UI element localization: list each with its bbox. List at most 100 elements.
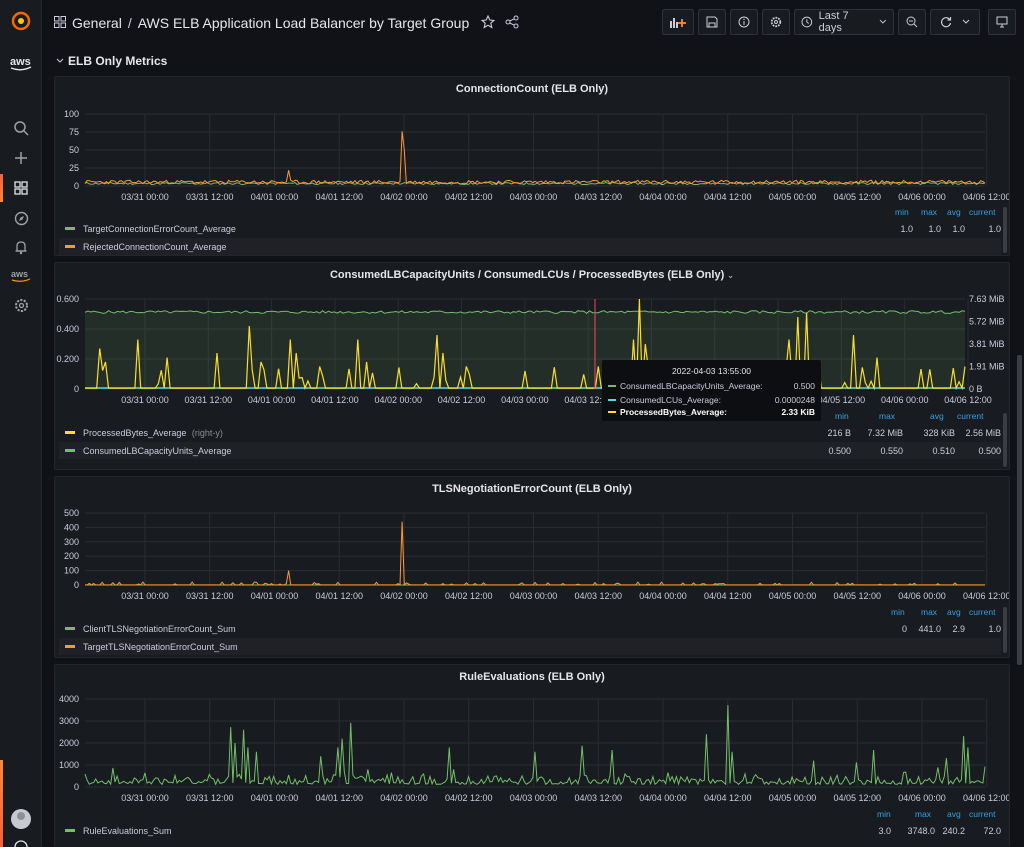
x-tick-label: 04/01 12:00 [315, 793, 363, 803]
legend-header-max[interactable]: max [879, 411, 895, 421]
save-dashboard-button[interactable] [698, 9, 726, 35]
legend-header-min[interactable]: min [891, 607, 905, 617]
x-tick-label: 04/03 00:00 [501, 395, 549, 405]
dashboard-info-button[interactable] [730, 9, 758, 35]
row-header-elb-only-metrics[interactable]: ELB Only Metrics [56, 54, 167, 68]
legend-row[interactable]: TargetTLSNegotiationErrorCount_Sum [59, 638, 1001, 655]
legend-header-current[interactable]: current [969, 607, 995, 617]
x-tick-label: 04/01 12:00 [311, 395, 359, 405]
aws-logo-icon[interactable]: aws [0, 50, 42, 76]
series-name[interactable]: TargetConnectionErrorCount_Average [83, 224, 877, 234]
tls-negotiation-chart[interactable]: 500 400 300 200 100 0 03/31 00:00 03/31 12:00 04… [55, 477, 1010, 607]
panel-connection-count: ConnectionCount (ELB Only) 100 75 50 25 0 03/… [54, 76, 1010, 256]
page-scrollbar[interactable] [1017, 355, 1022, 665]
x-tick-label: 04/06 00:00 [881, 395, 929, 405]
refresh-button[interactable] [930, 9, 980, 35]
panel-tls-negotiation: TLSNegotiationErrorCount (ELB Only) 500 4… [54, 476, 1010, 658]
explore-compass-icon[interactable] [0, 205, 42, 231]
tooltip-series: ConsumedLCUs_Average: [620, 395, 721, 405]
legend-scrollbar[interactable] [1003, 413, 1007, 467]
refresh-icon [940, 17, 952, 28]
series-max: 0.550 [880, 445, 903, 456]
zoom-out-button[interactable] [898, 9, 926, 35]
series-color-swatch[interactable] [65, 449, 75, 452]
breadcrumb: General / AWS ELB Application Load Balan… [54, 14, 519, 32]
y-tick-label: 25 [69, 163, 79, 173]
series-name[interactable]: RejectedConnectionCount_Average [83, 242, 1001, 252]
series-color-swatch[interactable] [65, 245, 75, 248]
legend-header-min[interactable]: min [877, 809, 891, 819]
settings-gear-icon[interactable] [0, 292, 42, 318]
legend-row[interactable]: ConsumedLBCapacityUnits_Average 0.500 0.… [59, 442, 1001, 459]
y-right-tick-label: 3.81 MiB [969, 339, 1005, 349]
y-tick-label: 4000 [59, 694, 79, 704]
legend-header-avg[interactable]: avg [947, 809, 961, 819]
tv-mode-button[interactable] [988, 9, 1016, 35]
add-panel-button[interactable] [662, 9, 694, 35]
add-panel-icon [670, 18, 686, 28]
grafana-logo-icon[interactable] [0, 8, 42, 34]
tooltip-series: ConsumedLBCapacityUnits_Average: [620, 381, 763, 391]
series-name[interactable]: ConsumedLBCapacityUnits_Average [83, 446, 803, 456]
legend-header-avg[interactable]: avg [947, 607, 961, 617]
connection-count-chart[interactable]: 100 75 50 25 0 03/31 00:00 03/31 12:00 04/01 00… [55, 77, 1010, 207]
legend-header-max[interactable]: max [921, 207, 937, 217]
legend-scrollbar[interactable] [1003, 207, 1007, 253]
search-icon[interactable] [0, 115, 42, 141]
x-tick-label: 04/05 12:00 [833, 192, 881, 202]
legend-header-max[interactable]: max [915, 809, 931, 819]
sidebar: aws aws [0, 0, 42, 847]
legend-row[interactable]: RejectedConnectionCount_Average [59, 238, 1001, 255]
y-tick-label: 1000 [59, 760, 79, 770]
series-color-swatch[interactable] [65, 829, 75, 832]
star-icon[interactable] [480, 14, 496, 32]
time-range-picker[interactable]: Last 7 days [794, 9, 894, 35]
consumed-lcu-chart[interactable]: 0.600 0.400 0.200 0 7.63 MiB 5.72 MiB 3.81 MiB… [55, 263, 1010, 413]
tooltip-row: ConsumedLBCapacityUnits_Average: 0.500 [608, 381, 815, 391]
legend-row[interactable]: ClientTLSNegotiationErrorCount_Sum 0 441… [59, 620, 1001, 637]
y-tick-label: 300 [64, 537, 79, 547]
legend-header-avg[interactable]: avg [947, 207, 961, 217]
rule-evaluations-chart[interactable]: 4000 3000 2000 1000 0 03/31 00:00 03/31 12:00 0… [55, 665, 1010, 805]
dashboards-icon[interactable] [0, 175, 42, 201]
series-name[interactable]: ClientTLSNegotiationErrorCount_Sum [83, 624, 877, 634]
refresh-interval-chevron-icon[interactable] [962, 19, 970, 25]
series-name[interactable]: ProcessedBytes_Average (right-y) [83, 428, 803, 438]
series-color-swatch[interactable] [65, 627, 75, 630]
create-plus-icon[interactable] [0, 145, 42, 171]
legend-row[interactable]: RuleEvaluations_Sum 3.0 3748.0 240.2 72.… [59, 822, 1001, 839]
alerting-bell-icon[interactable] [0, 234, 42, 260]
legend-header-min[interactable]: min [895, 207, 909, 217]
breadcrumb-folder[interactable]: General [72, 15, 122, 31]
series-line-rule-evaluations[interactable] [84, 705, 986, 786]
series-color-swatch[interactable] [65, 227, 75, 230]
legend-row[interactable]: ProcessedBytes_Average (right-y) 216 B 7… [59, 424, 1001, 441]
legend-scrollbar[interactable] [1003, 607, 1007, 653]
legend-header-current[interactable]: current [957, 411, 983, 421]
series-name[interactable]: RuleEvaluations_Sum [83, 826, 861, 836]
legend-header-current[interactable]: current [969, 809, 995, 819]
legend-header-avg[interactable]: avg [930, 411, 944, 421]
series-color-swatch[interactable] [65, 645, 75, 648]
legend-header-max[interactable]: max [921, 607, 937, 617]
share-icon[interactable] [505, 15, 519, 32]
dashboard-title[interactable]: AWS ELB Application Load Balancer by Tar… [138, 15, 470, 31]
series-color-swatch[interactable] [65, 431, 75, 434]
series-line-target-connection-error[interactable] [84, 181, 986, 186]
legend-header-min[interactable]: min [835, 411, 849, 421]
x-tick-label: 04/05 12:00 [833, 793, 881, 803]
user-avatar[interactable] [11, 809, 31, 829]
series-line-target-tls-error[interactable] [85, 521, 985, 587]
series-current: 0.500 [978, 445, 1001, 456]
legend-row[interactable]: TargetConnectionErrorCount_Average 1.0 1… [59, 220, 1001, 237]
help-icon[interactable] [0, 834, 42, 847]
x-tick-label: 04/02 12:00 [445, 192, 493, 202]
y-tick-label: 75 [69, 127, 79, 137]
time-range-label: Last 7 days [818, 10, 849, 34]
series-name[interactable]: TargetTLSNegotiationErrorCount_Sum [83, 642, 1001, 652]
dashboard-settings-button[interactable] [762, 9, 790, 35]
aws-plugin-icon[interactable]: aws [0, 263, 42, 289]
legend-header-current[interactable]: current [969, 207, 995, 217]
y-tick-label: 0 [74, 384, 79, 394]
series-line-rejected-connection[interactable] [84, 131, 986, 185]
